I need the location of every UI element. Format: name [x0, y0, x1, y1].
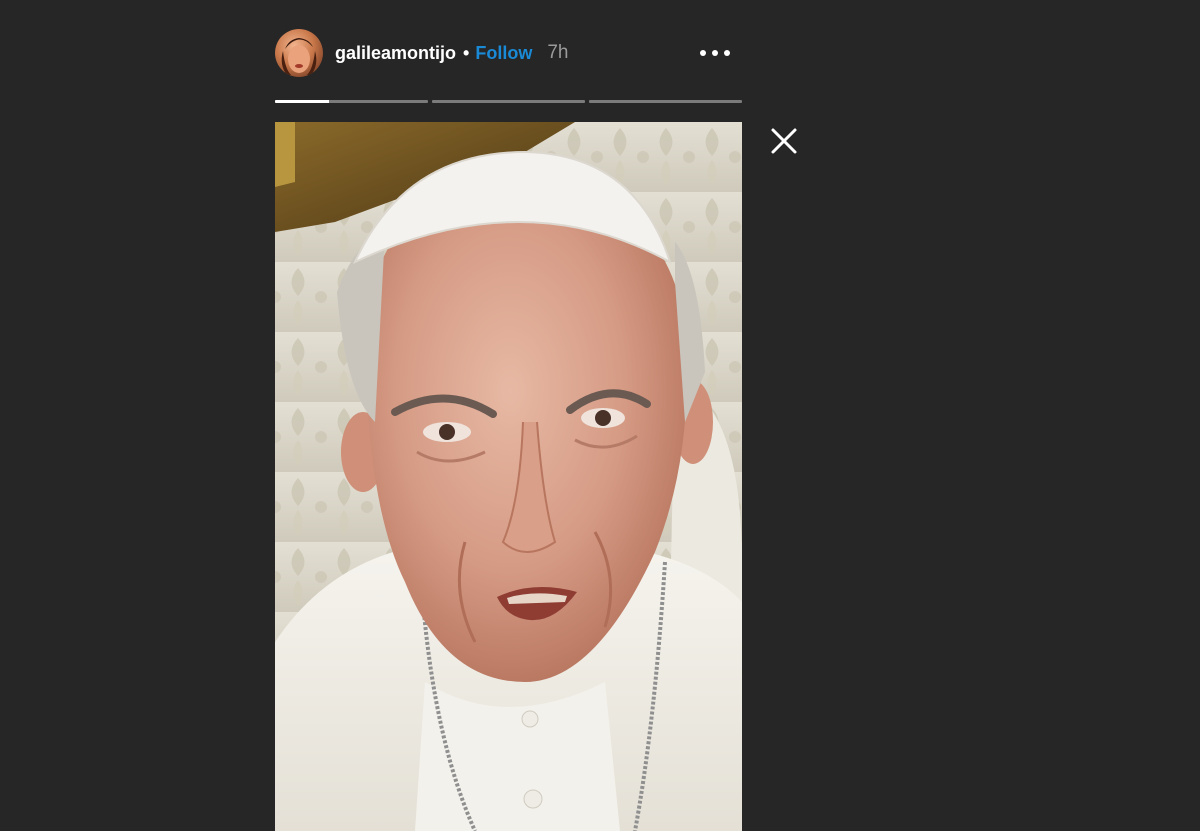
story-photo	[275, 122, 742, 831]
progress-segment-3	[589, 100, 742, 103]
story-header: galileamontijo • Follow 7h	[275, 28, 742, 78]
more-options-icon	[700, 50, 730, 56]
avatar[interactable]	[275, 29, 323, 77]
more-options-button[interactable]	[697, 43, 733, 63]
close-icon	[771, 128, 797, 154]
story-timestamp: 7h	[547, 42, 569, 63]
story-progress-bar	[275, 100, 742, 103]
progress-segment-2	[432, 100, 585, 103]
separator-dot: •	[463, 42, 470, 63]
username-link[interactable]: galileamontijo	[335, 43, 456, 64]
close-button[interactable]	[770, 127, 798, 155]
follow-button[interactable]: Follow	[475, 43, 532, 64]
progress-segment-1	[275, 100, 428, 103]
story-media[interactable]	[275, 122, 742, 831]
avatar-image	[281, 38, 317, 75]
story-viewer: galileamontijo • Follow 7h	[0, 0, 1200, 831]
progress-fill-1	[275, 100, 329, 103]
